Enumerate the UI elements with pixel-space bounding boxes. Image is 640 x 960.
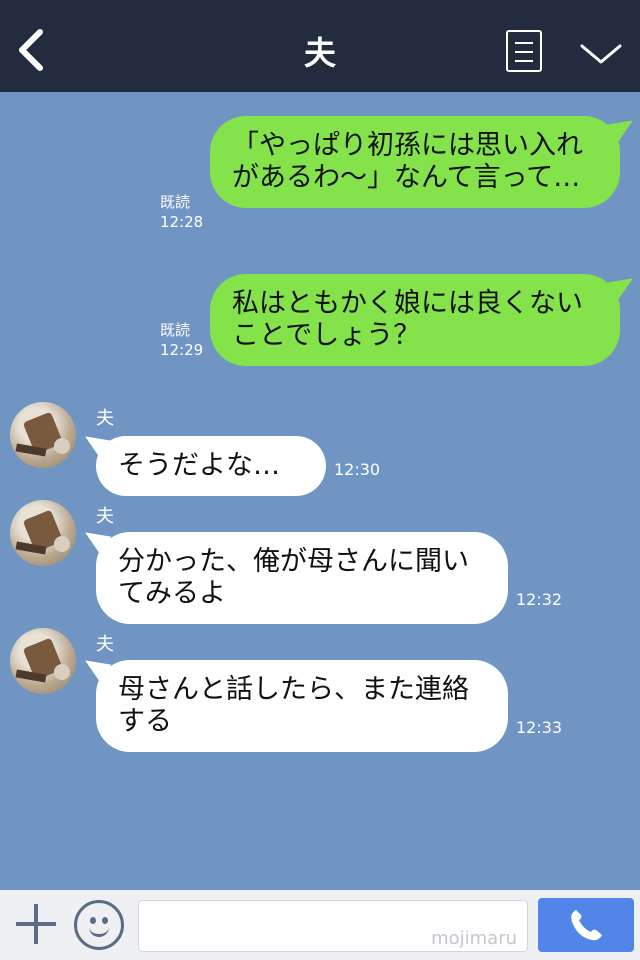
- phone-icon: [571, 910, 602, 941]
- message-meta: 既読 12:28: [160, 192, 220, 232]
- message-input[interactable]: mojimaru: [138, 900, 528, 952]
- outgoing-bubble[interactable]: 「やっぱり初孫には思い入れがあるわ〜」なんて言って…: [210, 116, 620, 208]
- input-bar: mojimaru: [0, 890, 640, 960]
- chat-title: 夫: [303, 34, 336, 72]
- message-time: 12:30: [334, 460, 381, 479]
- read-receipt: 既読: [160, 193, 191, 211]
- read-receipt: 既読: [160, 321, 191, 339]
- chat-area[interactable]: 「やっぱり初孫には思い入れがあるわ〜」なんて言って… 既読 12:28 私はとも…: [0, 92, 640, 890]
- incoming-bubble[interactable]: 分かった、俺が母さんに聞いてみるよ: [96, 532, 508, 624]
- message-meta: 既読 12:29: [160, 320, 220, 360]
- incoming-bubble[interactable]: そうだよな…: [96, 436, 326, 496]
- menu-icon[interactable]: [506, 30, 542, 72]
- sender-name: 夫: [96, 634, 114, 655]
- incoming-bubble[interactable]: 母さんと話したら、また連絡する: [96, 660, 508, 752]
- chat-header: 夫: [0, 0, 640, 92]
- message-time: 12:29: [160, 341, 204, 359]
- sender-name: 夫: [96, 408, 114, 429]
- avatar[interactable]: [10, 628, 76, 694]
- sender-name: 夫: [96, 506, 114, 527]
- outgoing-message: 私はともかく娘には良くないことでしょう？: [210, 274, 620, 366]
- plus-icon[interactable]: [16, 904, 56, 944]
- call-button[interactable]: [538, 898, 634, 952]
- message-time: 12:33: [516, 718, 563, 737]
- avatar[interactable]: [10, 500, 76, 566]
- outgoing-message: 「やっぱり初孫には思い入れがあるわ〜」なんて言って…: [210, 116, 620, 208]
- emoji-icon[interactable]: [74, 900, 124, 950]
- message-time: 12:32: [516, 590, 563, 609]
- chevron-down-icon[interactable]: [578, 38, 624, 68]
- message-time: 12:28: [160, 213, 204, 231]
- avatar[interactable]: [10, 402, 76, 468]
- watermark: mojimaru: [431, 928, 517, 949]
- outgoing-bubble[interactable]: 私はともかく娘には良くないことでしょう？: [210, 274, 620, 366]
